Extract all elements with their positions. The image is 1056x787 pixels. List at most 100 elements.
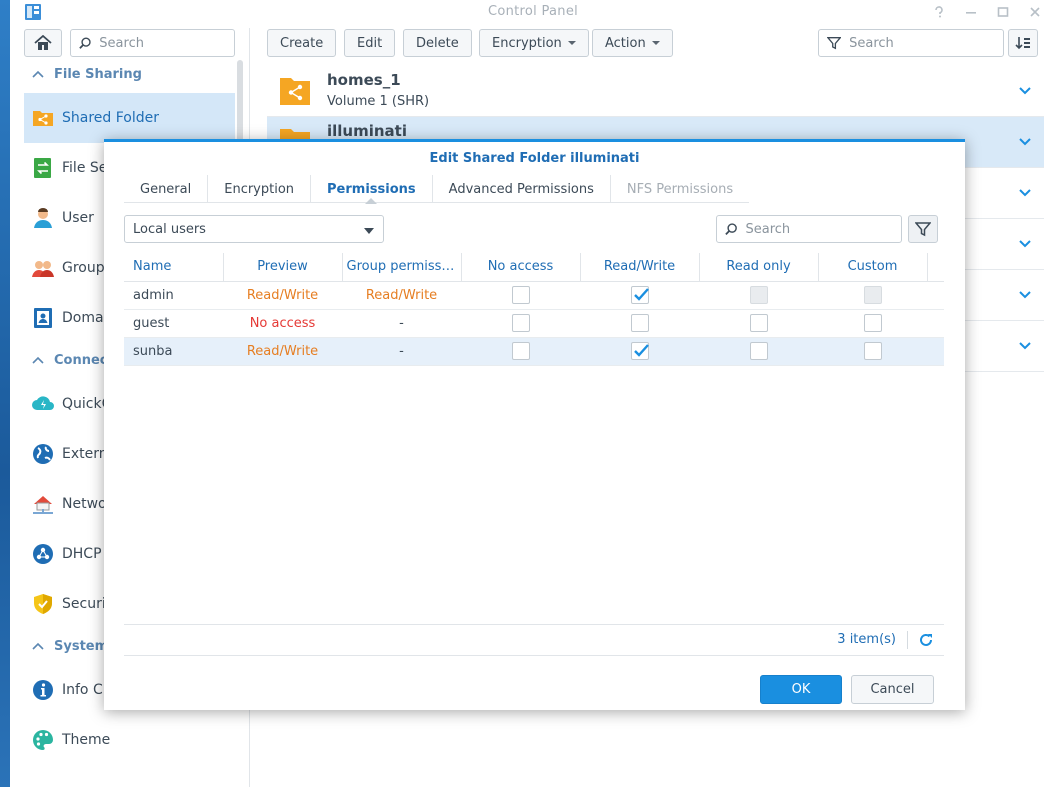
chevron-down-icon[interactable] <box>1018 288 1032 302</box>
action-button[interactable]: Action <box>592 29 673 57</box>
sidebar-item-shared-folder[interactable]: Shared Folder <box>24 93 235 143</box>
info-icon <box>33 680 53 700</box>
read-only-checkbox[interactable] <box>749 314 768 332</box>
section-label: File Sharing <box>54 66 142 82</box>
close-icon[interactable] <box>1026 3 1044 21</box>
user-name: guest <box>124 309 223 338</box>
refresh-icon[interactable] <box>918 632 934 648</box>
chevron-down-icon[interactable] <box>1018 339 1032 353</box>
edit-button[interactable]: Edit <box>344 29 396 57</box>
column-header-preview[interactable]: Preview <box>223 253 343 282</box>
custom-checkbox[interactable] <box>863 342 882 360</box>
table-row[interactable]: admin Read/Write Read/Write <box>124 281 944 310</box>
chevron-down-icon[interactable] <box>1018 135 1032 149</box>
preview-permission: Read/Write <box>223 281 342 310</box>
tab-nfs-permissions: NFS Permissions <box>611 175 749 203</box>
read-write-checkbox[interactable] <box>630 314 649 332</box>
dialog-tabs: General Encryption Permissions Advanced … <box>124 175 750 204</box>
cancel-button[interactable]: Cancel <box>851 675 934 704</box>
home-button[interactable] <box>24 29 62 57</box>
tab-label: General <box>140 181 192 197</box>
tab-label: Encryption <box>224 181 295 197</box>
tab-label: Permissions <box>327 181 416 197</box>
table-row[interactable]: guest No access - <box>124 309 944 338</box>
delete-label: Delete <box>416 35 459 51</box>
dialog-title: Edit Shared Folder illuminati <box>429 151 640 166</box>
read-write-checkbox[interactable] <box>630 286 649 304</box>
no-access-checkbox[interactable] <box>511 314 530 332</box>
column-header-custom[interactable]: Custom <box>818 253 928 282</box>
item-count: 3 item(s) <box>837 632 896 647</box>
column-header-spacer <box>927 253 944 282</box>
create-button[interactable]: Create <box>267 29 337 57</box>
read-write-checkbox[interactable] <box>630 342 649 360</box>
left-search-box[interactable] <box>70 29 235 57</box>
section-label: System <box>54 638 109 654</box>
group-permission: - <box>342 309 461 338</box>
column-header-group-permission[interactable]: Group permissi... <box>342 253 462 282</box>
tab-general[interactable]: General <box>124 175 209 203</box>
column-header-name[interactable]: Name <box>124 253 224 282</box>
group-icon <box>32 261 54 277</box>
sidebar-item-label: DHCP <box>62 546 102 562</box>
caret-down-icon <box>567 41 576 45</box>
tab-advanced-permissions[interactable]: Advanced Permissions <box>433 175 611 203</box>
search-icon <box>79 37 91 49</box>
checkmark-icon <box>633 288 649 301</box>
shared-folder-icon <box>280 78 310 105</box>
folder-search-box[interactable] <box>818 29 1004 57</box>
shield-icon <box>34 594 52 614</box>
sidebar-item-label: Shared Folder <box>62 110 160 126</box>
window-titlebar: Control Panel <box>10 0 1056 24</box>
column-header-read-write[interactable]: Read/Write <box>580 253 700 282</box>
read-only-checkbox <box>749 286 768 304</box>
sort-button[interactable] <box>1008 29 1038 57</box>
no-access-checkbox[interactable] <box>511 342 530 360</box>
chevron-down-icon[interactable] <box>1018 84 1032 98</box>
file-services-icon <box>34 158 51 178</box>
folder-volume: Volume 1 (SHR) <box>327 94 430 109</box>
sidebar-item-theme[interactable]: Theme <box>24 715 235 765</box>
table-status-bar: 3 item(s) <box>124 624 944 656</box>
left-search-input[interactable] <box>97 34 234 52</box>
sidebar-item-label: Theme <box>62 732 111 748</box>
group-permission: Read/Write <box>342 281 461 310</box>
custom-checkbox[interactable] <box>863 314 882 332</box>
read-only-checkbox[interactable] <box>749 342 768 360</box>
delete-button[interactable]: Delete <box>403 29 472 57</box>
search-icon <box>725 223 737 235</box>
minimize-icon[interactable] <box>962 3 980 21</box>
user-type-select[interactable]: Local users <box>124 215 384 243</box>
permission-filter-button[interactable] <box>908 215 938 243</box>
encryption-button[interactable]: Encryption <box>479 29 589 57</box>
ok-button[interactable]: OK <box>760 675 842 704</box>
permission-search-box[interactable] <box>716 215 902 243</box>
create-label: Create <box>280 35 324 51</box>
status-separator <box>907 631 908 649</box>
sidebar-item-label: User <box>62 210 94 226</box>
chevron-up-icon <box>32 642 44 650</box>
quickconnect-icon <box>32 396 54 410</box>
tab-label: Advanced Permissions <box>448 181 594 197</box>
chevron-down-icon[interactable] <box>1018 237 1032 251</box>
folder-row-homes[interactable]: homes_1 Volume 1 (SHR) <box>267 66 1044 117</box>
maximize-icon[interactable] <box>994 3 1012 21</box>
column-header-read-only[interactable]: Read only <box>699 253 819 282</box>
tab-permissions[interactable]: Permissions <box>311 175 433 204</box>
no-access-checkbox[interactable] <box>511 286 530 304</box>
help-icon[interactable] <box>930 3 948 21</box>
table-row[interactable]: sunba Read/Write - <box>124 337 944 366</box>
tab-encryption[interactable]: Encryption <box>208 175 312 203</box>
folder-search-input[interactable] <box>847 34 1003 52</box>
permission-search-input[interactable] <box>743 220 901 238</box>
column-header-no-access[interactable]: No access <box>461 253 581 282</box>
chevron-down-icon[interactable] <box>1018 186 1032 200</box>
edit-shared-folder-dialog: Edit Shared Folder illuminati General En… <box>104 139 965 710</box>
filter-icon <box>915 222 931 237</box>
theme-icon <box>33 730 53 750</box>
network-icon <box>33 496 53 514</box>
section-file-sharing[interactable]: File Sharing <box>24 60 235 88</box>
dhcp-icon <box>33 544 53 564</box>
edit-label: Edit <box>357 35 383 51</box>
shared-folder-icon <box>33 111 53 126</box>
